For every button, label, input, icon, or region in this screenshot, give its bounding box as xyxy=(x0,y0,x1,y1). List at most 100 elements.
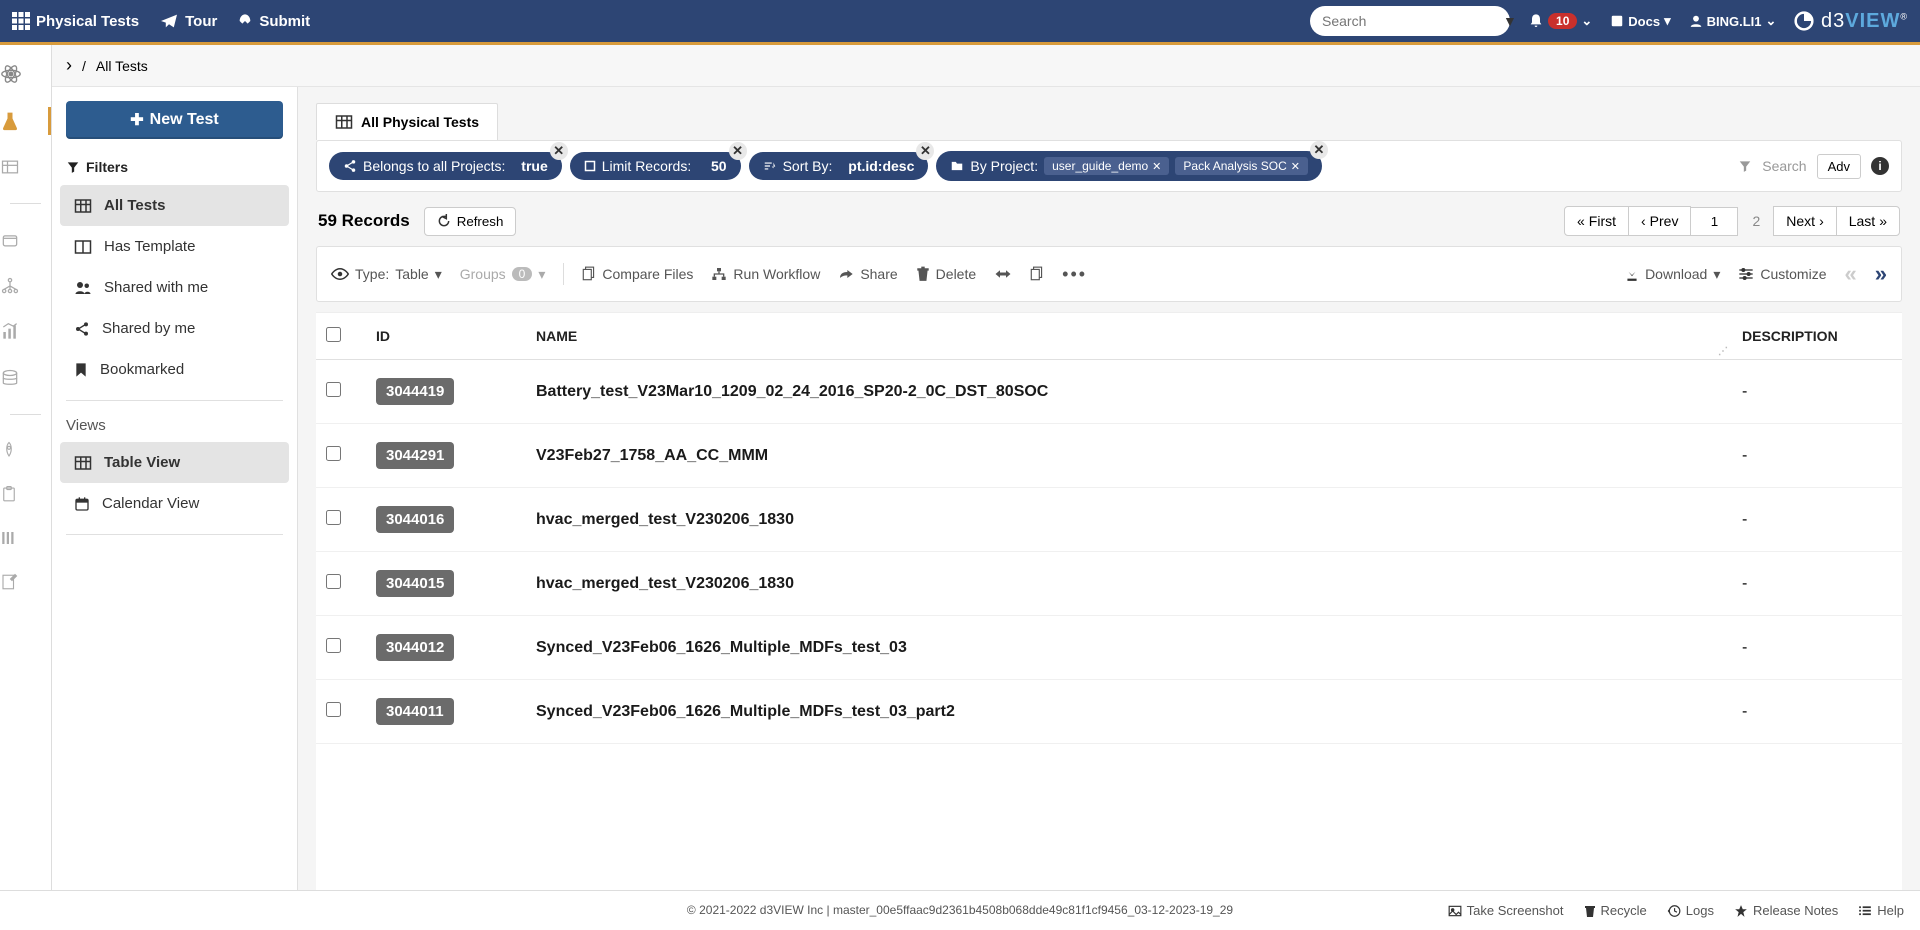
row-name[interactable]: V23Feb27_1758_AA_CC_MMM xyxy=(526,424,1732,488)
chip-close-icon[interactable]: ✕ xyxy=(1310,141,1328,159)
rail-rocket[interactable] xyxy=(0,441,51,459)
user-menu[interactable]: BING.LI1 ⌄ xyxy=(1689,13,1777,29)
pager-prev[interactable]: ‹ Prev xyxy=(1628,206,1691,236)
filter-bookmarked[interactable]: Bookmarked xyxy=(60,349,289,390)
tab-all-physical-tests[interactable]: All Physical Tests xyxy=(316,103,498,140)
breadcrumb-current[interactable]: All Tests xyxy=(96,58,148,74)
copy-button[interactable] xyxy=(1030,266,1044,282)
filter-all-tests[interactable]: All Tests xyxy=(60,185,289,226)
rail-chart[interactable] xyxy=(0,322,51,342)
rail-edit[interactable] xyxy=(0,573,51,591)
download-button[interactable]: Download ▾ xyxy=(1625,266,1720,283)
info-icon[interactable]: i xyxy=(1871,157,1889,175)
chip-limit[interactable]: Limit Records: 50 ✕ xyxy=(570,152,741,180)
search-dropdown-icon[interactable]: ▼ xyxy=(1503,13,1517,29)
logo[interactable]: d3VIEW® xyxy=(1794,10,1908,33)
app-title[interactable]: Physical Tests xyxy=(12,12,139,30)
global-search[interactable]: ▼ xyxy=(1310,6,1510,36)
row-checkbox[interactable] xyxy=(326,702,341,717)
groups-selector[interactable]: Groups 0 ▾ xyxy=(460,266,546,283)
share-button[interactable]: Share xyxy=(838,266,897,282)
scroll-right-icon[interactable]: » xyxy=(1875,261,1887,287)
col-name[interactable]: NAME⋰ xyxy=(526,313,1732,360)
row-name[interactable]: Battery_test_V23Mar10_1209_02_24_2016_SP… xyxy=(526,360,1732,424)
logs-button[interactable]: Logs xyxy=(1667,903,1714,918)
help-button[interactable]: Help xyxy=(1858,903,1904,918)
scroll-left-icon[interactable]: « xyxy=(1845,261,1857,287)
chip-project[interactable]: By Project: user_guide_demo ✕ Pack Analy… xyxy=(936,151,1322,181)
tag-remove-icon[interactable]: ✕ xyxy=(1291,160,1300,173)
col-description[interactable]: DESCRIPTION xyxy=(1732,313,1902,360)
select-all-checkbox[interactable] xyxy=(326,327,341,342)
recycle-button[interactable]: Recycle xyxy=(1584,903,1647,918)
table-row[interactable]: 3044015 hvac_merged_test_V230206_1830 - xyxy=(316,552,1902,616)
chip-belongs[interactable]: Belongs to all Projects: true ✕ xyxy=(329,152,562,180)
table-row[interactable]: 3044291 V23Feb27_1758_AA_CC_MMM - xyxy=(316,424,1902,488)
view-calendar[interactable]: Calendar View xyxy=(60,483,289,524)
pager-first[interactable]: « First xyxy=(1564,206,1629,236)
row-checkbox[interactable] xyxy=(326,510,341,525)
rail-atom[interactable] xyxy=(0,63,51,85)
rail-tree[interactable] xyxy=(0,276,51,296)
id-badge[interactable]: 3044419 xyxy=(376,378,454,405)
chip-sort[interactable]: Sort By: pt.id:desc ✕ xyxy=(749,152,929,180)
row-checkbox[interactable] xyxy=(326,638,341,653)
tour-button[interactable]: Tour xyxy=(159,13,217,30)
table-row[interactable]: 3044016 hvac_merged_test_V230206_1830 - xyxy=(316,488,1902,552)
delete-button[interactable]: Delete xyxy=(916,266,976,282)
pager-current[interactable] xyxy=(1690,207,1738,236)
row-checkbox[interactable] xyxy=(326,382,341,397)
chip-close-icon[interactable]: ✕ xyxy=(729,142,747,160)
notifications[interactable]: 10 ⌄ xyxy=(1528,13,1592,29)
refresh-button[interactable]: Refresh xyxy=(424,207,517,236)
row-checkbox[interactable] xyxy=(326,446,341,461)
docs-menu[interactable]: Docs ▾ xyxy=(1610,13,1670,29)
more-button[interactable]: ••• xyxy=(1062,264,1087,285)
breadcrumb-back-icon[interactable]: › xyxy=(66,55,72,76)
table-row[interactable]: 3044419 Battery_test_V23Mar10_1209_02_24… xyxy=(316,360,1902,424)
id-badge[interactable]: 3044011 xyxy=(376,698,454,725)
tag-remove-icon[interactable]: ✕ xyxy=(1152,160,1161,173)
table-row[interactable]: 3044012 Synced_V23Feb06_1626_Multiple_MD… xyxy=(316,616,1902,680)
filter-has-template[interactable]: Has Template xyxy=(60,226,289,267)
pager-last[interactable]: Last » xyxy=(1836,206,1900,236)
rail-db[interactable] xyxy=(0,368,51,388)
chip-close-icon[interactable]: ✕ xyxy=(916,142,934,160)
rocket-icon xyxy=(237,13,253,29)
col-id[interactable]: ID xyxy=(366,313,526,360)
compare-button[interactable]: Compare Files xyxy=(582,266,693,282)
new-test-button[interactable]: ✚ New Test xyxy=(66,101,283,139)
rail-flask[interactable] xyxy=(0,111,51,131)
type-selector[interactable]: Type: Table ▾ xyxy=(331,266,442,283)
chip-close-icon[interactable]: ✕ xyxy=(550,142,568,160)
filter-shared-by-me[interactable]: Shared by me xyxy=(60,308,289,349)
workflow-button[interactable]: Run Workflow xyxy=(711,266,820,282)
id-badge[interactable]: 3044016 xyxy=(376,506,454,533)
view-table[interactable]: Table View xyxy=(60,442,289,483)
id-badge[interactable]: 3044015 xyxy=(376,570,454,597)
pager-next[interactable]: Next › xyxy=(1773,206,1836,236)
rail-bars[interactable] xyxy=(0,529,51,547)
adv-button[interactable]: Adv xyxy=(1817,154,1861,179)
id-badge[interactable]: 3044291 xyxy=(376,442,454,469)
project-tag[interactable]: user_guide_demo ✕ xyxy=(1044,157,1169,175)
customize-button[interactable]: Customize xyxy=(1738,266,1826,282)
screenshot-button[interactable]: Take Screenshot xyxy=(1448,903,1564,918)
row-checkbox[interactable] xyxy=(326,574,341,589)
submit-button[interactable]: Submit xyxy=(237,13,310,30)
rail-box[interactable] xyxy=(0,230,51,250)
expand-button[interactable] xyxy=(994,268,1012,280)
rail-clip[interactable] xyxy=(0,485,51,503)
release-notes-button[interactable]: Release Notes xyxy=(1734,903,1838,918)
row-name[interactable]: Synced_V23Feb06_1626_Multiple_MDFs_test_… xyxy=(526,616,1732,680)
id-badge[interactable]: 3044012 xyxy=(376,634,454,661)
table-icon xyxy=(335,114,353,130)
global-search-input[interactable] xyxy=(1322,13,1503,29)
filter-shared-with-me[interactable]: Shared with me xyxy=(60,267,289,308)
project-tag[interactable]: Pack Analysis SOC ✕ xyxy=(1175,157,1308,175)
row-name[interactable]: hvac_merged_test_V230206_1830 xyxy=(526,488,1732,552)
table-row[interactable]: 3044011 Synced_V23Feb06_1626_Multiple_MD… xyxy=(316,680,1902,744)
row-name[interactable]: Synced_V23Feb06_1626_Multiple_MDFs_test_… xyxy=(526,680,1732,744)
rail-table[interactable] xyxy=(0,157,51,177)
row-name[interactable]: hvac_merged_test_V230206_1830 xyxy=(526,552,1732,616)
